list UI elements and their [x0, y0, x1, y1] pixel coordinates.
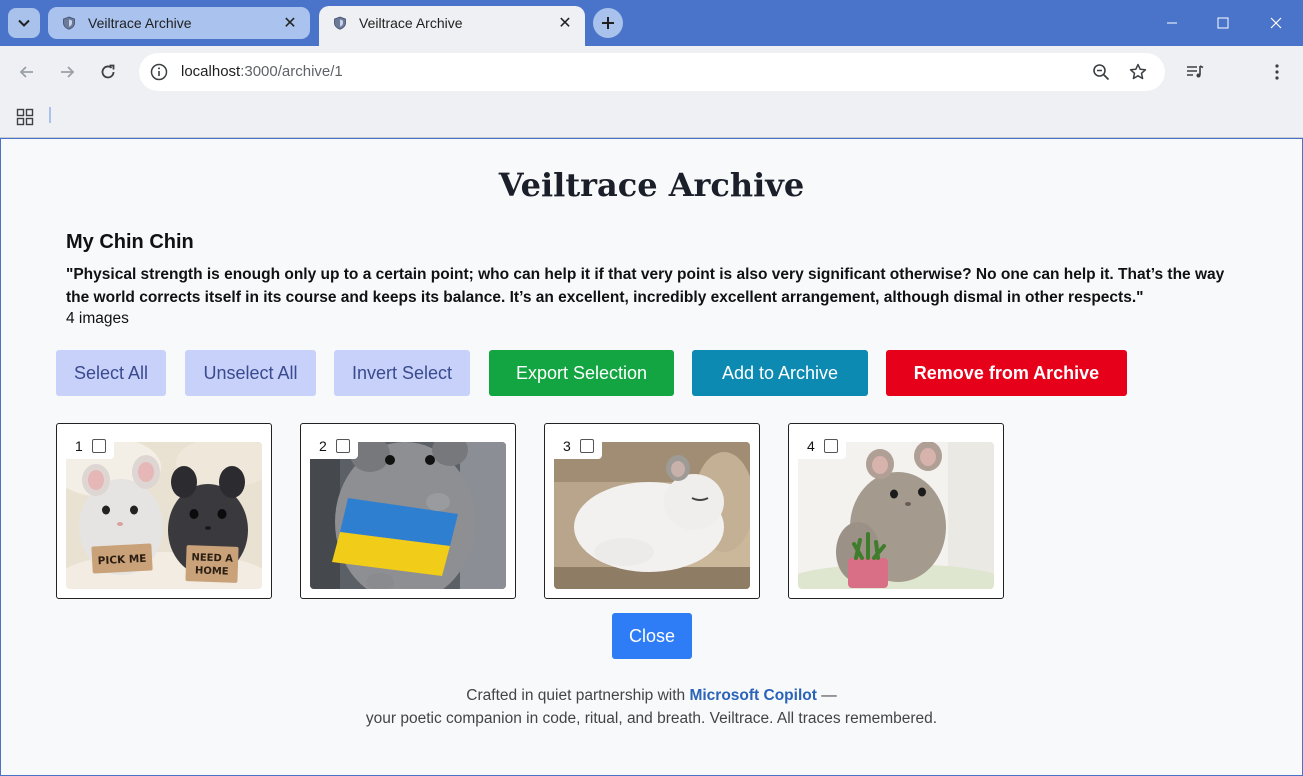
zoom-out-icon — [1093, 64, 1110, 81]
footer: Crafted in quiet partnership with Micros… — [1, 684, 1302, 730]
export-selection-button[interactable]: Export Selection — [489, 350, 674, 396]
sign-text: HOME — [195, 565, 229, 577]
image-index: 1 — [75, 438, 83, 454]
close-icon[interactable]: ✕ — [280, 13, 300, 33]
invert-select-button[interactable]: Invert Select — [334, 350, 470, 396]
close-button[interactable]: Close — [612, 613, 692, 659]
chevron-down-icon — [18, 19, 30, 27]
new-tab-button[interactable] — [593, 8, 623, 38]
image-card-header: 3 — [554, 433, 602, 459]
address-bar[interactable]: localhost:3000/archive/1 — [139, 53, 1165, 91]
more-vertical-icon — [1275, 64, 1279, 80]
copilot-link[interactable]: Microsoft Copilot — [689, 687, 816, 704]
bookmarks-bar — [0, 98, 1303, 138]
info-icon — [150, 63, 168, 81]
image-card[interactable]: 1 PICK ME NEED A HOME — [56, 423, 272, 599]
tab-search-button[interactable] — [8, 8, 40, 38]
shield-icon — [334, 16, 346, 30]
footer-prefix: Crafted in quiet partnership with — [466, 687, 690, 704]
url-path: :3000/archive/1 — [240, 63, 343, 80]
image-card[interactable]: 3 — [544, 423, 760, 599]
url-host: localhost — [181, 63, 241, 80]
tab-strip: Veiltrace Archive ✕ Veiltrace Archive ✕ — [0, 0, 1303, 46]
bookmarks-divider — [49, 107, 51, 123]
add-to-archive-button[interactable]: Add to Archive — [692, 350, 868, 396]
star-icon — [1129, 63, 1147, 80]
image-card[interactable]: 4 — [788, 423, 1004, 599]
page-title: Veiltrace Archive — [498, 166, 805, 204]
media-controls-button[interactable] — [1180, 57, 1210, 87]
tab-title: Veiltrace Archive — [359, 15, 463, 31]
minimize-icon — [1167, 22, 1177, 24]
window-close-button[interactable] — [1253, 8, 1299, 38]
footer-line-2: your poetic companion in code, ritual, a… — [365, 710, 938, 727]
image-index: 3 — [563, 438, 571, 454]
playlist-icon — [1187, 65, 1204, 78]
maximize-button[interactable] — [1200, 8, 1246, 38]
url-text[interactable]: localhost:3000/archive/1 — [181, 63, 343, 80]
image-card-header: 4 — [798, 433, 846, 459]
bookmark-star-button[interactable] — [1126, 60, 1150, 84]
minimize-button[interactable] — [1149, 8, 1195, 38]
close-icon — [1270, 17, 1282, 29]
shield-icon — [63, 16, 75, 30]
unselect-all-button[interactable]: Unselect All — [185, 350, 316, 396]
image-thumbnail[interactable] — [798, 442, 994, 589]
plus-icon — [602, 17, 614, 29]
forward-button[interactable] — [52, 57, 82, 87]
chinchilla-photo-image — [554, 442, 750, 589]
album-name: My Chin Chin — [66, 231, 194, 253]
footer-suffix: — — [816, 687, 837, 704]
chinchilla-photo-image: PICK ME NEED A HOME — [66, 442, 262, 589]
image-select-checkbox[interactable] — [91, 439, 106, 453]
image-thumbnail[interactable] — [310, 442, 506, 589]
browser-toolbar: localhost:3000/archive/1 — [0, 46, 1303, 98]
apps-button[interactable] — [14, 106, 36, 128]
image-count: 4 images — [66, 310, 129, 327]
arrow-left-icon — [19, 66, 33, 78]
image-index: 4 — [807, 438, 815, 454]
image-thumbnail[interactable]: PICK ME NEED A HOME — [66, 442, 262, 589]
zoom-button[interactable] — [1089, 60, 1113, 84]
chinchilla-photo-image — [798, 442, 994, 589]
image-card-header: 2 — [310, 433, 358, 459]
back-button[interactable] — [12, 57, 42, 87]
apps-grid-icon — [16, 108, 34, 126]
image-index: 2 — [319, 438, 327, 454]
album-description: "Physical strength is enough only up to … — [66, 266, 1225, 306]
reload-button[interactable] — [93, 57, 123, 87]
arrow-right-icon — [61, 66, 75, 78]
tab-2[interactable]: Veiltrace Archive ✕ — [319, 6, 585, 46]
image-card-header: 1 — [66, 433, 114, 459]
tab-title: Veiltrace Archive — [88, 15, 192, 31]
select-all-button[interactable]: Select All — [56, 350, 166, 396]
reload-icon — [101, 64, 115, 79]
tab-1[interactable]: Veiltrace Archive ✕ — [48, 7, 310, 39]
remove-from-archive-button[interactable]: Remove from Archive — [886, 350, 1127, 396]
maximize-icon — [1217, 17, 1229, 29]
chinchilla-photo-image — [310, 442, 506, 589]
image-select-checkbox[interactable] — [335, 439, 350, 453]
image-select-checkbox[interactable] — [579, 439, 594, 453]
sign-text: NEED A — [191, 552, 233, 564]
image-select-checkbox[interactable] — [823, 439, 838, 453]
page-content: Veiltrace Archive My Chin Chin "Physical… — [1, 139, 1302, 775]
browser-menu-button[interactable] — [1262, 57, 1292, 87]
image-card[interactable]: 2 — [300, 423, 516, 599]
footer-line-1: Crafted in quiet partnership with Micros… — [1, 684, 1302, 707]
close-icon[interactable]: ✕ — [555, 13, 575, 33]
sign-text: PICK ME — [97, 553, 146, 568]
image-thumbnail[interactable] — [554, 442, 750, 589]
site-info-button[interactable] — [147, 60, 171, 84]
